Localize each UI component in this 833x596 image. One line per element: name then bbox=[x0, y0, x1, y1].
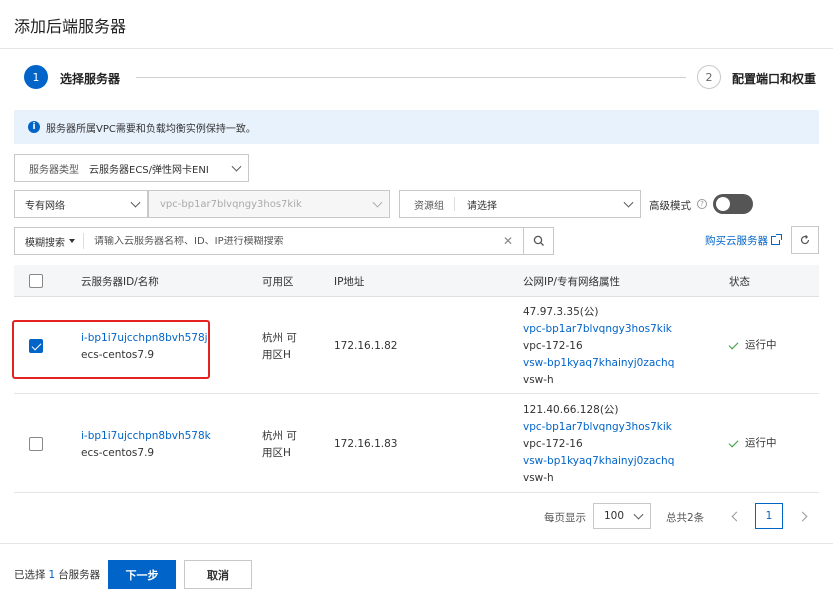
notice-text: 服务器所属VPC需要和负载均衡实例保持一致。 bbox=[46, 123, 256, 135]
search-input[interactable] bbox=[94, 235, 501, 247]
vsw-name: vsw-h bbox=[523, 374, 554, 386]
table-header: 云服务器ID/名称 可用区 IP地址 公网IP/专有网络属性 状态 bbox=[14, 265, 819, 297]
vpc-value: vpc-bp1ar7blvqngy3hos7kik bbox=[160, 198, 302, 210]
step-connector bbox=[136, 77, 686, 78]
vpc-id-link[interactable]: vpc-bp1ar7blvqngy3hos7kik bbox=[523, 321, 674, 338]
server-type-select[interactable]: 服务器类型 云服务器ECS/弹性网卡ENI bbox=[14, 154, 249, 182]
check-icon bbox=[728, 437, 739, 447]
vpc-select[interactable]: vpc-bp1ar7blvqngy3hos7kik bbox=[148, 190, 390, 218]
chevron-down-icon bbox=[231, 161, 242, 172]
step-1-indicator: 1 bbox=[24, 65, 48, 89]
col-header-zone: 可用区 bbox=[262, 276, 294, 288]
zone-line1: 杭州 可 bbox=[262, 332, 297, 344]
vpc-notice: i 服务器所属VPC需要和负载均衡实例保持一致。 bbox=[14, 110, 819, 144]
per-page-value: 100 bbox=[604, 510, 625, 522]
vpc-name: vpc-172-16 bbox=[523, 438, 583, 450]
col-header-id: 云服务器ID/名称 bbox=[81, 276, 159, 288]
selected-summary: 已选择 1 台服务器 bbox=[14, 567, 100, 582]
chevron-down-icon bbox=[633, 509, 644, 520]
status-cell: 运行中 bbox=[728, 337, 777, 354]
server-type-label: 服务器类型 bbox=[29, 164, 79, 176]
selected-prefix: 已选择 bbox=[14, 569, 46, 581]
toggle-knob bbox=[716, 197, 730, 211]
private-ip: 172.16.1.83 bbox=[334, 438, 398, 450]
footer-divider bbox=[0, 543, 833, 544]
resource-group-label: 资源组 bbox=[414, 200, 444, 212]
per-page-select[interactable]: 100 bbox=[593, 503, 651, 529]
server-name: ecs-centos7.9 bbox=[81, 447, 155, 459]
col-header-ip: IP地址 bbox=[334, 276, 365, 288]
refresh-icon bbox=[800, 234, 810, 245]
search-mode-dropdown[interactable]: 模糊搜索 bbox=[15, 228, 83, 254]
next-page-icon[interactable] bbox=[797, 511, 808, 522]
search-mode-label: 模糊搜索 bbox=[25, 237, 65, 249]
selected-count: 1 bbox=[48, 569, 56, 581]
selection-highlight-box bbox=[12, 320, 210, 379]
vpc-id-link[interactable]: vpc-bp1ar7blvqngy3hos7kik bbox=[523, 419, 674, 436]
search-button[interactable] bbox=[524, 227, 554, 255]
server-id-link[interactable]: i-bp1i7ujcchpn8bvh578k bbox=[81, 428, 211, 445]
check-icon bbox=[728, 339, 739, 349]
page-1-button[interactable]: 1 bbox=[755, 503, 783, 529]
search-bar: 模糊搜索 ✕ bbox=[14, 227, 524, 255]
cancel-button[interactable]: 取消 bbox=[184, 560, 252, 589]
select-all-checkbox[interactable] bbox=[29, 274, 43, 288]
step-2-label: 配置端口和权重 bbox=[732, 72, 817, 86]
network-type-value: 专有网络 bbox=[25, 200, 65, 212]
public-ip: 121.40.66.128(公) bbox=[523, 404, 619, 416]
help-icon[interactable]: ? bbox=[697, 199, 707, 209]
status-text: 运行中 bbox=[745, 437, 777, 449]
network-type-select[interactable]: 专有网络 bbox=[14, 190, 148, 218]
row-checkbox[interactable] bbox=[29, 437, 43, 451]
zone-line2: 用区H bbox=[262, 349, 291, 361]
header-divider bbox=[0, 48, 833, 49]
resource-group-value: 请选择 bbox=[467, 200, 497, 212]
total-count: 总共2条 bbox=[666, 512, 705, 524]
prev-page-icon[interactable] bbox=[731, 511, 742, 522]
search-divider bbox=[83, 233, 84, 249]
resource-group-select[interactable]: 资源组 请选择 bbox=[399, 190, 641, 218]
caret-down-icon bbox=[69, 239, 75, 243]
status-cell: 运行中 bbox=[728, 435, 777, 452]
next-step-button[interactable]: 下一步 bbox=[108, 560, 176, 589]
col-header-network: 公网IP/专有网络属性 bbox=[523, 276, 620, 288]
advanced-mode-toggle[interactable] bbox=[713, 194, 753, 214]
per-page-label: 每页显示 bbox=[544, 512, 586, 524]
zone-line2: 用区H bbox=[262, 447, 291, 459]
col-header-status: 状态 bbox=[729, 276, 750, 288]
refresh-button[interactable] bbox=[791, 226, 819, 254]
external-link-icon bbox=[771, 234, 782, 245]
buy-server-label: 购买云服务器 bbox=[705, 235, 768, 247]
private-ip: 172.16.1.82 bbox=[334, 340, 398, 352]
zone-line1: 杭州 可 bbox=[262, 430, 297, 442]
step-1-label: 选择服务器 bbox=[60, 72, 121, 86]
table-row: i-bp1i7ujcchpn8bvh578k ecs-centos7.9 杭州 … bbox=[14, 394, 819, 493]
search-icon bbox=[533, 235, 544, 246]
dialog-title: 添加后端服务器 bbox=[14, 17, 127, 36]
server-type-value: 云服务器ECS/弹性网卡ENI bbox=[89, 164, 209, 176]
chevron-down-icon bbox=[623, 197, 634, 208]
public-ip: 47.97.3.35(公) bbox=[523, 306, 599, 318]
clear-icon[interactable]: ✕ bbox=[501, 234, 515, 248]
vsw-id-link[interactable]: vsw-bp1kyaq7khainyj0zachq bbox=[523, 355, 674, 372]
advanced-mode-label: 高级模式 bbox=[649, 200, 691, 212]
vsw-name: vsw-h bbox=[523, 472, 554, 484]
vsw-id-link[interactable]: vsw-bp1kyaq7khainyj0zachq bbox=[523, 453, 674, 470]
step-2-indicator: 2 bbox=[697, 65, 721, 89]
status-text: 运行中 bbox=[745, 339, 777, 351]
vpc-name: vpc-172-16 bbox=[523, 340, 583, 352]
selected-suffix: 台服务器 bbox=[58, 569, 101, 581]
resource-group-divider bbox=[454, 197, 455, 211]
chevron-down-icon bbox=[372, 197, 383, 208]
chevron-down-icon bbox=[130, 197, 141, 208]
info-icon: i bbox=[28, 121, 40, 133]
buy-server-link[interactable]: 购买云服务器 bbox=[705, 233, 782, 248]
